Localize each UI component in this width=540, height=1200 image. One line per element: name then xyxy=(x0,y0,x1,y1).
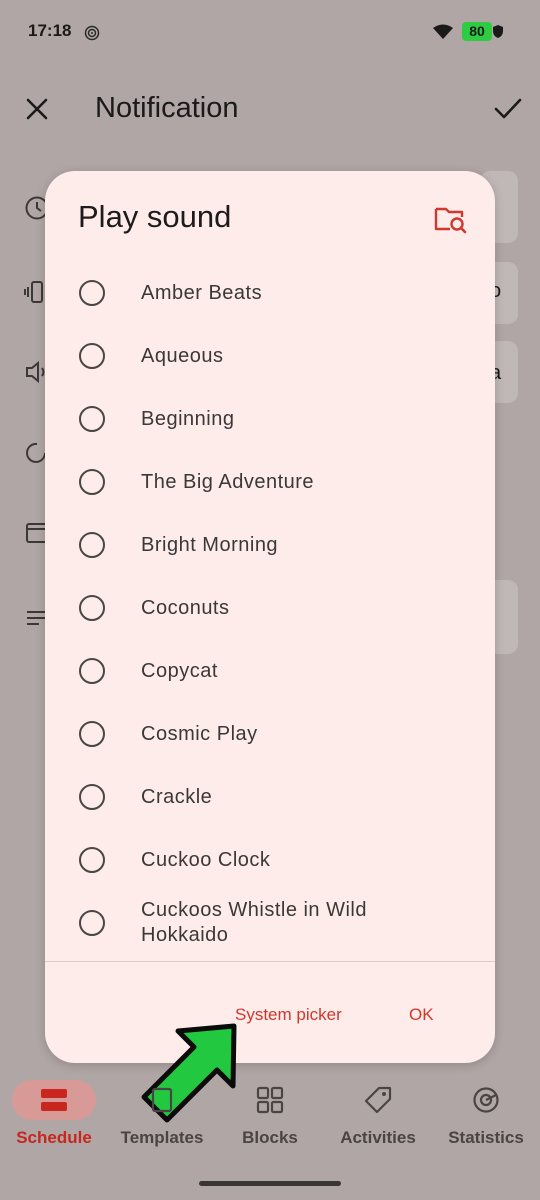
nav-label: Schedule xyxy=(16,1128,92,1147)
nav-label: Templates xyxy=(120,1128,204,1147)
tag-icon xyxy=(364,1086,392,1114)
blocks-icon xyxy=(256,1086,284,1114)
radio-button[interactable] xyxy=(79,910,105,936)
folder-search-icon[interactable] xyxy=(434,203,468,235)
bottom-navigation: Schedule Templates Blocks Activities Sta… xyxy=(0,1064,540,1200)
nav-item-schedule[interactable]: Schedule xyxy=(0,1074,108,1148)
sound-option[interactable]: Amber Beats xyxy=(45,261,495,324)
sound-option[interactable]: Coconuts xyxy=(45,576,495,639)
radio-button[interactable] xyxy=(79,343,105,369)
sound-option-label: Cuckoo Clock xyxy=(141,849,271,871)
sound-option[interactable]: Beginning xyxy=(45,387,495,450)
radio-button[interactable] xyxy=(79,532,105,558)
radio-button[interactable] xyxy=(79,658,105,684)
ok-button[interactable]: OK xyxy=(409,1005,434,1025)
sound-option-label: Amber Beats xyxy=(141,282,263,304)
radio-button[interactable] xyxy=(79,784,105,810)
system-picker-button[interactable]: System picker xyxy=(235,1005,342,1025)
sound-option[interactable]: The Big Adventure xyxy=(45,450,495,513)
radio-button[interactable] xyxy=(79,406,105,432)
nav-label: Statistics xyxy=(448,1128,524,1147)
status-bar: 17:18 80 xyxy=(0,0,540,64)
sound-option-label: Cuckoos Whistle in Wild Hokkaido xyxy=(141,899,368,946)
nav-item-statistics[interactable]: Statistics xyxy=(432,1074,540,1148)
nav-label: Blocks xyxy=(242,1128,298,1147)
sound-option[interactable]: Cosmic Play xyxy=(45,702,495,765)
radio-button[interactable] xyxy=(79,847,105,873)
wifi-icon xyxy=(433,24,453,39)
sound-option-label: Cosmic Play xyxy=(141,723,258,745)
schedule-icon xyxy=(41,1089,67,1111)
page-title: Notification xyxy=(95,92,239,124)
nav-item-activities[interactable]: Activities xyxy=(324,1074,432,1148)
dialog-title: Play sound xyxy=(78,199,232,234)
sound-option-label: Aqueous xyxy=(141,345,224,367)
sound-option-label: Beginning xyxy=(141,408,235,430)
sound-option-label: Bright Morning xyxy=(141,534,279,556)
radio-button[interactable] xyxy=(79,280,105,306)
radio-button[interactable] xyxy=(79,595,105,621)
nav-item-templates[interactable]: Templates xyxy=(108,1074,216,1148)
sync-icon xyxy=(84,25,100,41)
dialog-divider xyxy=(45,961,495,962)
sound-option[interactable]: Cuckoos Whistle in Wild Hokkaido xyxy=(45,891,495,961)
sound-option[interactable]: Cuckoo Clock xyxy=(45,828,495,891)
home-indicator[interactable] xyxy=(199,1181,341,1186)
statistics-icon xyxy=(473,1087,499,1113)
sound-option-label: Coconuts xyxy=(141,597,230,619)
nav-label: Activities xyxy=(340,1128,416,1147)
play-sound-dialog: Play sound Amber Beats Aqueous Beginning… xyxy=(45,171,495,1063)
sound-option[interactable]: Copycat xyxy=(45,639,495,702)
sound-option-label: The Big Adventure xyxy=(141,471,315,493)
radio-button[interactable] xyxy=(79,469,105,495)
sound-option-label: Crackle xyxy=(141,786,213,808)
battery-indicator: 80 xyxy=(462,22,492,41)
close-icon[interactable] xyxy=(22,94,52,124)
sound-option[interactable]: Bright Morning xyxy=(45,513,495,576)
sound-list: Amber Beats Aqueous Beginning The Big Ad… xyxy=(45,261,495,961)
templates-icon xyxy=(151,1087,173,1113)
radio-button[interactable] xyxy=(79,721,105,747)
check-icon[interactable] xyxy=(492,94,524,124)
sound-option[interactable]: Crackle xyxy=(45,765,495,828)
app-header: Notification xyxy=(0,80,540,140)
nav-item-blocks[interactable]: Blocks xyxy=(216,1074,324,1148)
sound-option[interactable]: Aqueous xyxy=(45,324,495,387)
shield-icon xyxy=(493,25,503,38)
sound-option-label: Copycat xyxy=(141,660,218,682)
status-time: 17:18 xyxy=(28,21,72,40)
